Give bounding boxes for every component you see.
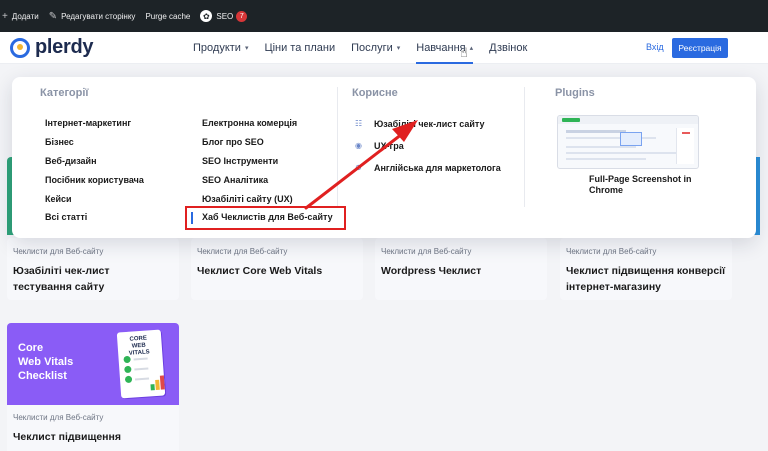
annotation-arrow (304, 120, 418, 210)
